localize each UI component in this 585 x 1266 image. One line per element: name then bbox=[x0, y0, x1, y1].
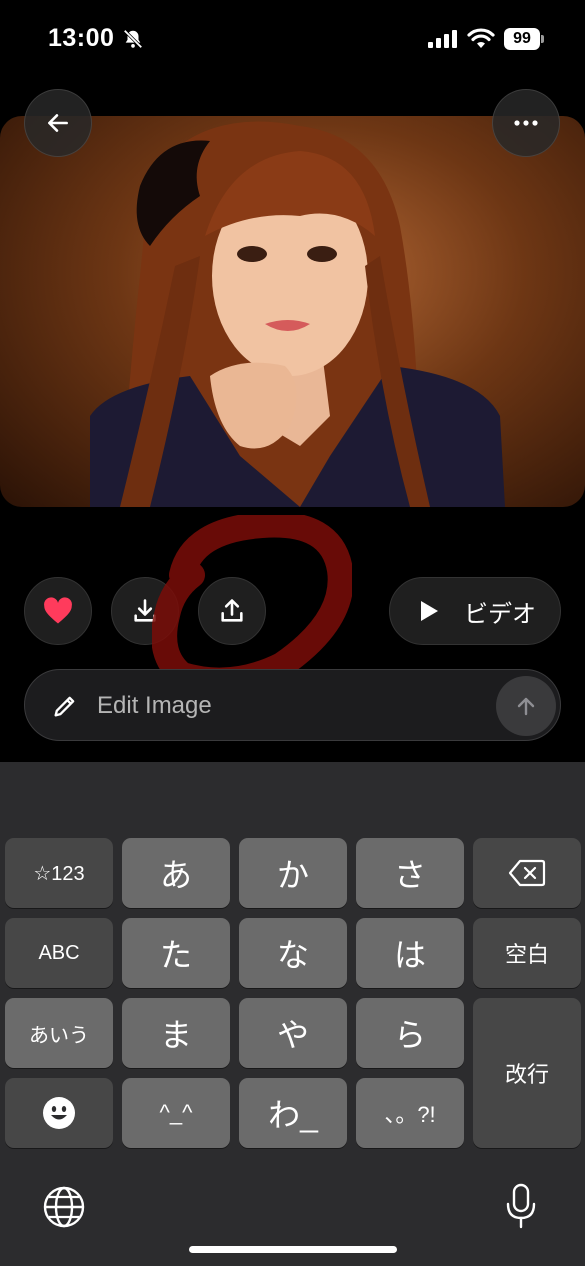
wifi-icon bbox=[467, 28, 495, 48]
download-button[interactable] bbox=[111, 577, 179, 645]
edit-image-field[interactable]: Edit Image bbox=[24, 669, 561, 741]
key-symbols[interactable]: ☆123 bbox=[5, 838, 113, 908]
key-ya[interactable]: や bbox=[239, 998, 347, 1068]
video-label: ビデオ bbox=[464, 600, 536, 628]
pencil-icon bbox=[54, 696, 75, 717]
key-punctuation[interactable]: 、。?! bbox=[356, 1078, 464, 1148]
key-emoji[interactable] bbox=[5, 1078, 113, 1148]
video-button[interactable]: ビデオ bbox=[389, 577, 561, 645]
back-button[interactable] bbox=[24, 89, 92, 157]
edit-image-placeholder: Edit Image bbox=[97, 692, 212, 719]
key-ka[interactable]: か bbox=[239, 838, 347, 908]
key-delete[interactable] bbox=[473, 838, 581, 908]
key-ha[interactable]: は bbox=[356, 918, 464, 988]
emoji-icon bbox=[43, 1097, 75, 1129]
backspace-icon bbox=[508, 859, 546, 887]
home-indicator bbox=[189, 1246, 397, 1253]
key-return[interactable]: 改行 bbox=[473, 998, 581, 1148]
key-kana[interactable]: あいう bbox=[5, 998, 113, 1068]
battery-level: 99 bbox=[504, 28, 540, 50]
send-button[interactable] bbox=[496, 676, 556, 736]
arrow-up-icon bbox=[517, 697, 535, 716]
play-icon bbox=[421, 601, 438, 621]
like-button[interactable] bbox=[24, 577, 92, 645]
battery-icon: 99 bbox=[504, 28, 544, 50]
key-ra[interactable]: ら bbox=[356, 998, 464, 1068]
generated-image[interactable] bbox=[0, 116, 585, 507]
microphone-icon[interactable] bbox=[504, 1183, 538, 1229]
ellipsis-icon bbox=[514, 120, 538, 126]
key-a[interactable]: あ bbox=[122, 838, 230, 908]
arrow-left-icon bbox=[48, 114, 68, 132]
more-options-button[interactable] bbox=[492, 89, 560, 157]
key-abc[interactable]: ABC bbox=[5, 918, 113, 988]
status-time: 13:00 bbox=[48, 24, 115, 52]
heart-icon bbox=[44, 597, 72, 624]
share-icon bbox=[221, 599, 243, 622]
key-wa[interactable]: わ_ bbox=[239, 1078, 347, 1148]
signal-icon bbox=[428, 30, 457, 48]
globe-icon[interactable] bbox=[42, 1185, 86, 1229]
key-ta[interactable]: た bbox=[122, 918, 230, 988]
portrait-image bbox=[90, 121, 505, 507]
bell-slash-icon bbox=[123, 29, 143, 49]
status-bar: 13:00 99 bbox=[0, 0, 585, 80]
key-kaomoji[interactable]: ^_^ bbox=[122, 1078, 230, 1148]
key-space[interactable]: 空白 bbox=[473, 918, 581, 988]
key-na[interactable]: な bbox=[239, 918, 347, 988]
key-sa[interactable]: さ bbox=[356, 838, 464, 908]
key-ma[interactable]: ま bbox=[122, 998, 230, 1068]
share-button[interactable] bbox=[198, 577, 266, 645]
download-icon bbox=[134, 599, 156, 622]
